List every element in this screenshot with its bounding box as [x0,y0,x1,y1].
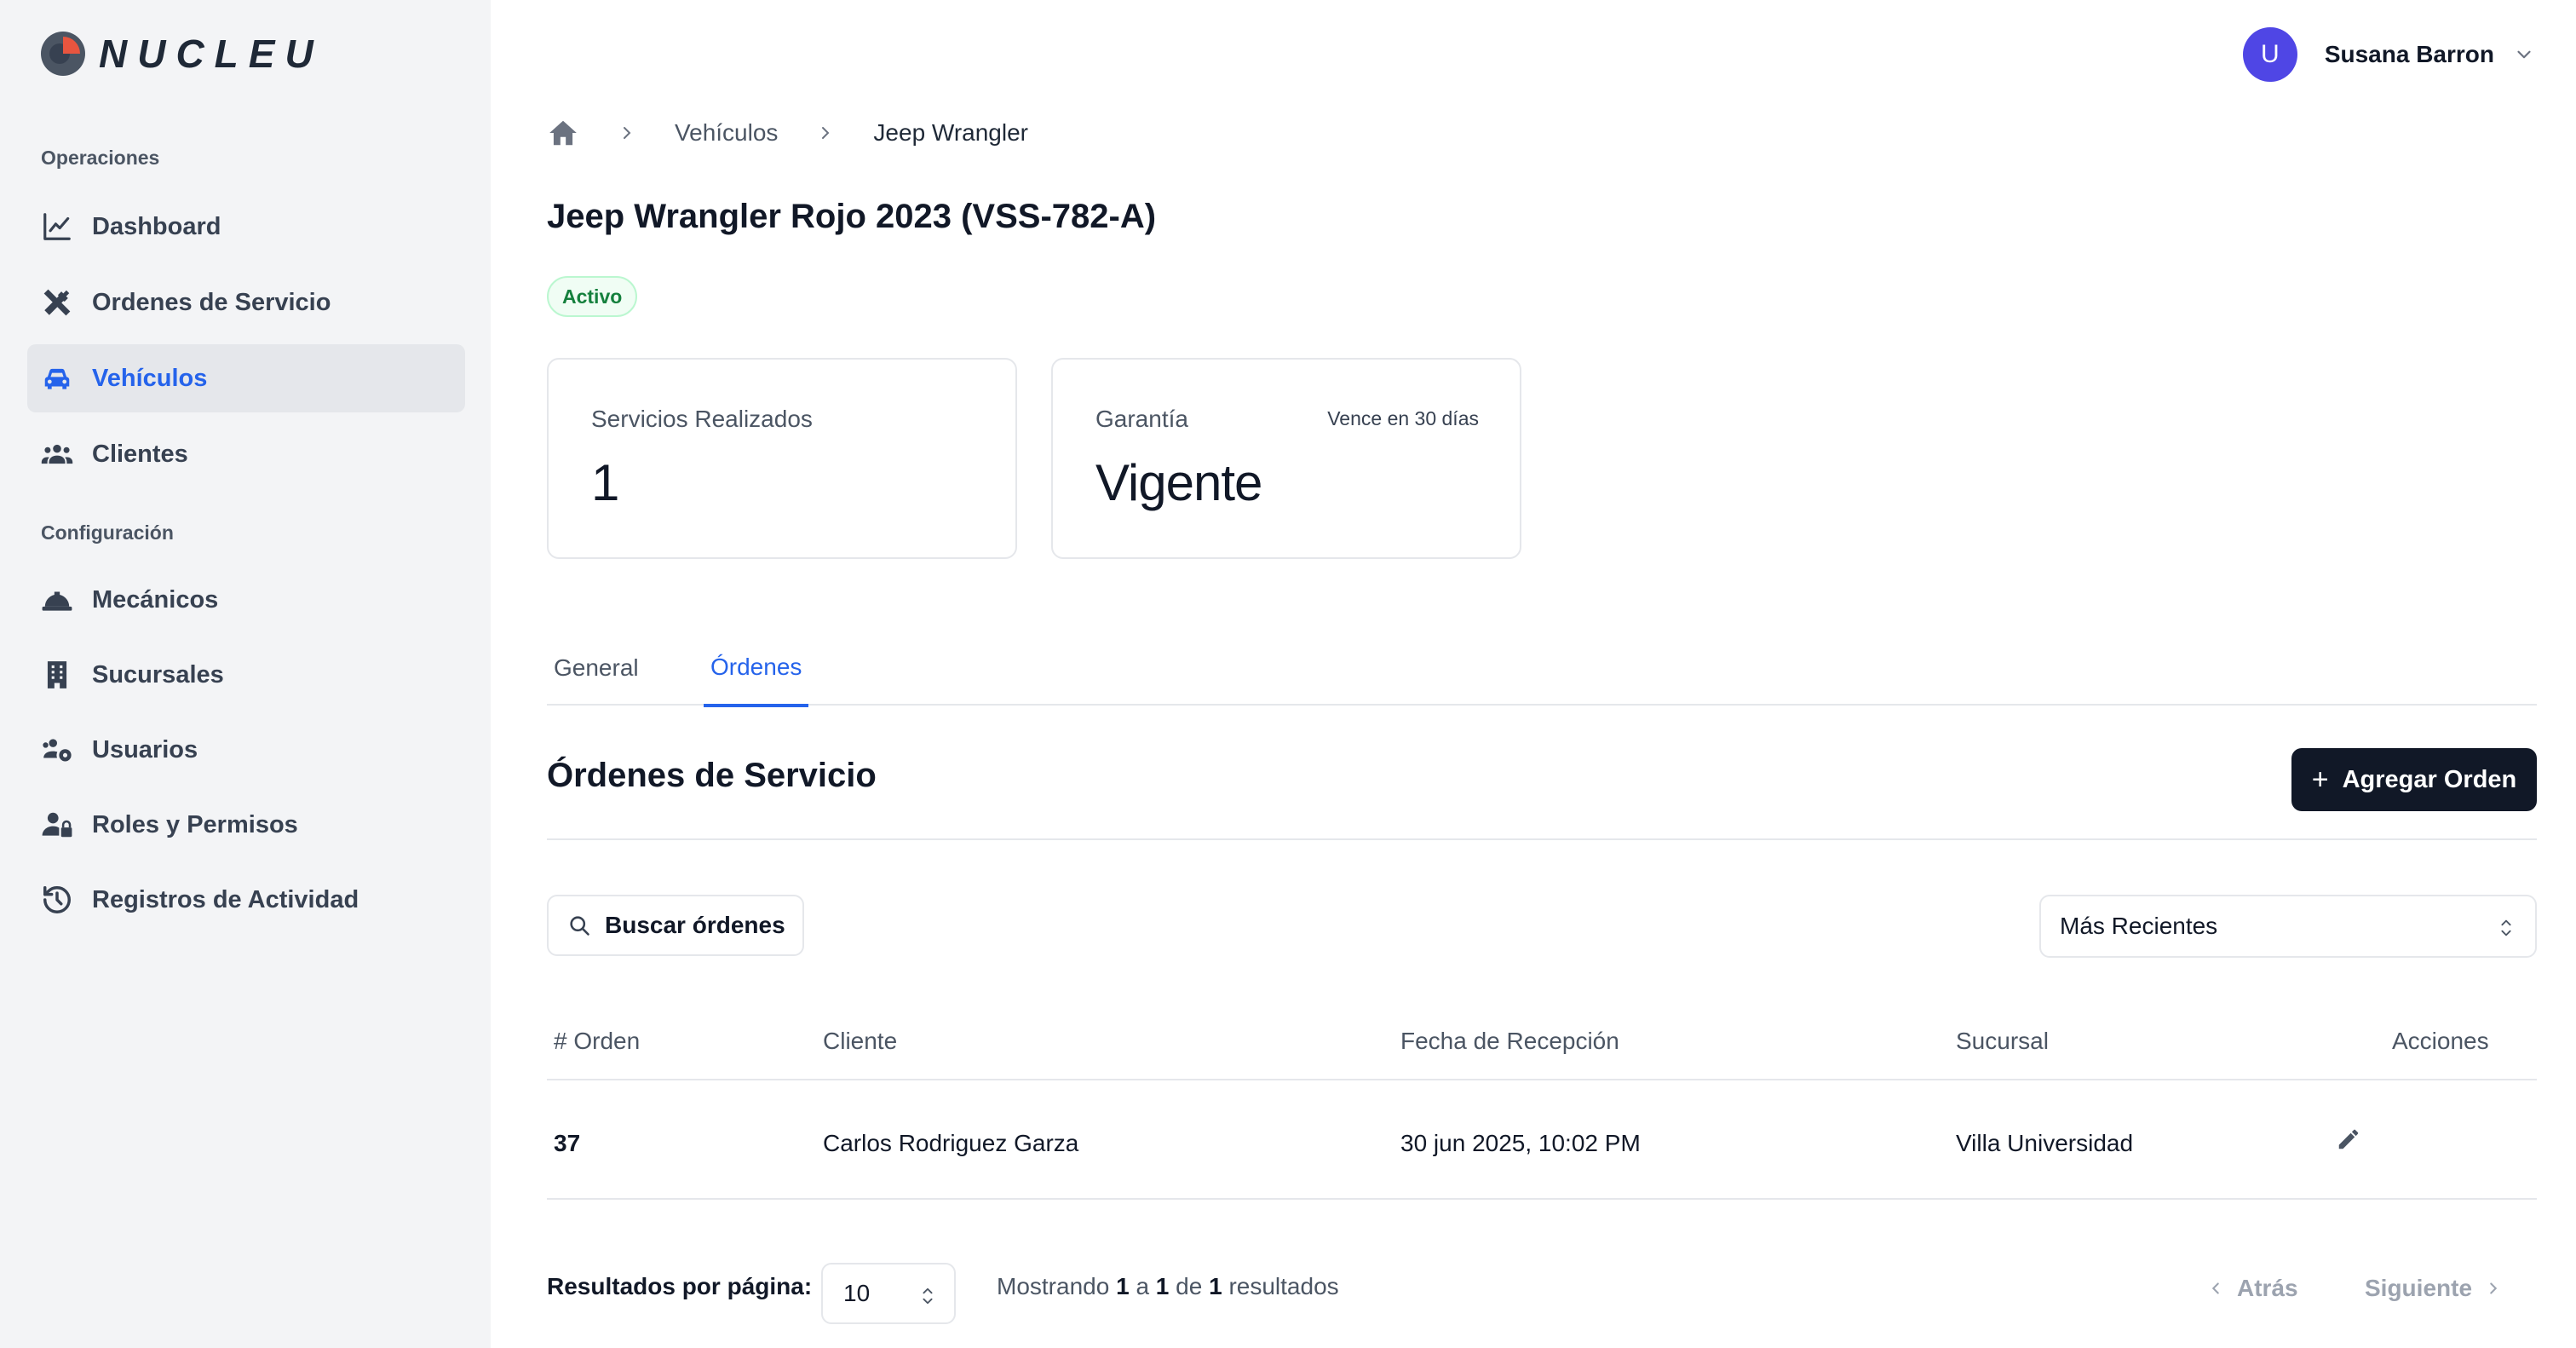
sidebar-item-clientes[interactable]: Clientes [27,420,465,488]
sidebar-item-ordenes[interactable]: Ordenes de Servicio [27,268,465,337]
nav-section-configuracion: Configuración [41,521,174,544]
add-order-button[interactable]: + Agregar Orden [2291,748,2537,811]
results-to: 1 [1155,1273,1170,1299]
brand-name: NUCLEU [99,32,324,76]
divider [547,838,2537,840]
per-page-value: 10 [843,1280,871,1306]
building-icon [47,661,67,688]
services-card: Servicios Realizados 1 [547,358,1017,559]
cell-order-number: 37 [554,1130,581,1156]
sidebar-item-roles[interactable]: Roles y Permisos [27,791,465,859]
chevron-up-down-icon [923,1288,933,1305]
results-to-word: a [1136,1273,1150,1299]
next-page-label: Siguiente [2365,1275,2473,1301]
sidebar-item-label: Roles y Permisos [92,810,298,838]
orders-section-title: Órdenes de Servicio [547,757,877,794]
chevron-left-icon [2211,1282,2219,1294]
results-suffix: resultados [1228,1273,1339,1299]
breadcrumb-vehiculos[interactable]: Vehículos [675,119,778,147]
services-label: Servicios Realizados [591,406,813,432]
tab-ordenes[interactable]: Órdenes [704,631,809,707]
sidebar-item-mecanicos[interactable]: Mecánicos [27,566,465,634]
warranty-card: Garantía Vence en 30 días Vigente [1051,358,1521,559]
sidebar-item-sucursales[interactable]: Sucursales [27,641,465,709]
pencil-icon[interactable] [2336,1126,2361,1152]
prev-page-button[interactable]: Atrás [2206,1270,2298,1307]
sidebar-item-label: Dashboard [92,212,221,240]
tools-icon [43,289,71,316]
results-total: 1 [1209,1273,1222,1299]
breadcrumb: Vehículos Jeep Wrangler [547,114,1028,152]
chart-line-icon [43,213,71,240]
tab-general[interactable]: General [547,631,646,706]
column-header-fecha[interactable]: Fecha de Recepción [1400,1028,1619,1055]
user-menu[interactable]: U Susana Barron [2242,26,2535,84]
cell-date: 30 jun 2025, 10:02 PM [1400,1130,1641,1156]
sidebar: NUCLEU Operaciones Dashboard Ordenes de … [0,0,491,1348]
user-lock-icon [42,812,72,838]
warranty-value: Vigente [1095,454,1262,511]
users-icon [41,444,73,464]
tabs: General Órdenes [547,631,2537,707]
plus-icon: + [2311,763,2329,796]
sidebar-item-label: Mecánicos [92,585,219,614]
column-header-orden[interactable]: # Orden [554,1028,640,1055]
car-icon [44,368,70,389]
brand-logo-icon [41,32,85,76]
brand[interactable]: NUCLEU [41,31,324,77]
column-header-acciones: Acciones [2392,1028,2489,1054]
sidebar-item-label: Vehículos [92,364,208,392]
sidebar-item-label: Sucursales [92,660,224,688]
sort-selected-value: Más Recientes [2060,913,2218,939]
sidebar-item-label: Ordenes de Servicio [92,288,331,316]
table-header: # Orden Cliente Fecha de Recepción Sucur… [547,1016,2537,1080]
users-gear-icon [43,739,72,762]
chevron-right-icon [624,127,631,139]
chevron-up-down-icon [2501,919,2511,936]
warranty-note: Vence en 30 días [1327,407,1479,429]
home-icon[interactable] [547,117,579,149]
user-name: Susana Barron [2324,41,2494,67]
chevron-right-icon [2490,1282,2498,1294]
sidebar-item-registros[interactable]: Registros de Actividad [27,866,465,934]
column-header-sucursal[interactable]: Sucursal [1956,1028,2049,1055]
orders-table: # Orden Cliente Fecha de Recepción Sucur… [547,1016,2537,1200]
avatar: U [2242,27,2297,82]
history-icon [43,886,71,913]
results-from: 1 [1116,1273,1130,1299]
results-of-word: de [1176,1273,1203,1299]
chevron-right-icon [822,127,830,139]
page-title: Jeep Wrangler Rojo 2023 (VSS-782-A) [547,198,1157,235]
prev-page-label: Atrás [2237,1275,2298,1301]
cell-client: Carlos Rodriguez Garza [823,1130,1079,1156]
sidebar-item-vehiculos[interactable]: Vehículos [27,344,465,412]
per-page-select[interactable]: 10 [821,1263,956,1324]
breadcrumb-current: Jeep Wrangler [873,119,1028,146]
sidebar-item-label: Clientes [92,440,188,468]
table-row[interactable]: 37 Carlos Rodriguez Garza 30 jun 2025, 1… [547,1080,2537,1200]
results-summary: Mostrando 1 a 1 de 1 resultados [997,1273,1339,1300]
sort-select[interactable]: Más Recientes [2039,895,2537,958]
sidebar-item-dashboard[interactable]: Dashboard [27,193,465,261]
search-icon [570,916,589,936]
sidebar-item-usuarios[interactable]: Usuarios [27,716,465,784]
sidebar-item-label: Registros de Actividad [92,885,359,913]
warranty-label: Garantía [1095,406,1188,432]
search-orders-button[interactable]: Buscar órdenes [547,895,804,956]
cell-branch: Villa Universidad [1956,1130,2134,1156]
per-page-label: Resultados por página: [547,1273,813,1299]
results-prefix: Mostrando [997,1273,1110,1299]
next-page-button[interactable]: Siguiente [2365,1270,2503,1307]
search-orders-label: Buscar órdenes [605,912,785,938]
nav-section-operaciones: Operaciones [41,147,160,169]
add-order-label: Agregar Orden [2342,765,2517,793]
column-header-cliente[interactable]: Cliente [823,1028,897,1055]
sidebar-item-label: Usuarios [92,735,198,763]
chevron-down-icon [2517,50,2531,59]
helmet-icon [42,591,72,611]
status-badge: Activo [547,276,638,317]
services-value: 1 [591,454,619,511]
